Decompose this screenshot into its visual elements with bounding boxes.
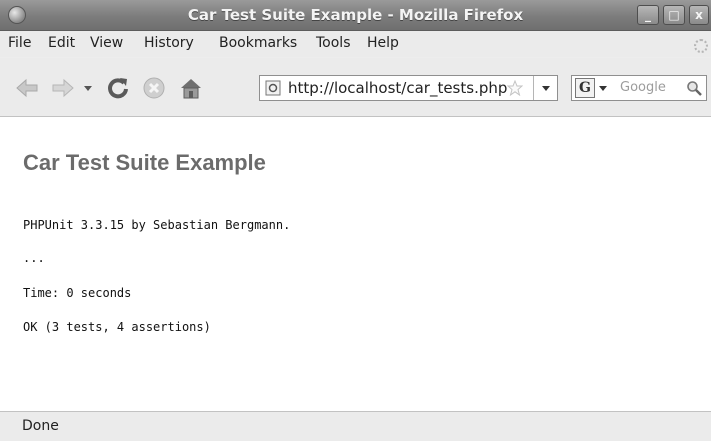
reload-icon <box>108 78 128 99</box>
site-identity-icon[interactable] <box>265 80 281 96</box>
navigation-toolbar: http://localhost/car_tests.php G Google <box>0 58 711 117</box>
page-content: Car Test Suite Example PHPUnit 3.3.15 by… <box>0 117 711 411</box>
output-line-progress: ... <box>23 251 45 265</box>
search-engine-icon[interactable]: G <box>575 78 595 98</box>
stop-button[interactable] <box>141 75 167 101</box>
maximize-button[interactable]: □ <box>663 5 685 25</box>
bookmark-star-icon[interactable] <box>507 80 523 96</box>
back-button[interactable] <box>14 75 40 101</box>
menu-edit[interactable]: Edit <box>48 35 75 51</box>
forward-button[interactable] <box>50 75 76 101</box>
back-icon <box>16 78 38 98</box>
url-text[interactable]: http://localhost/car_tests.php <box>288 79 507 97</box>
window-title: Car Test Suite Example - Mozilla Firefox <box>187 6 524 24</box>
magnifier-icon[interactable] <box>686 80 702 96</box>
search-engine-dropdown-icon[interactable] <box>597 79 611 97</box>
close-button[interactable]: x <box>689 5 709 25</box>
search-input[interactable]: Google <box>620 80 666 95</box>
url-dropdown-icon <box>542 86 550 91</box>
output-line-time: Time: 0 seconds <box>23 286 132 300</box>
forward-icon <box>52 78 74 98</box>
reload-button[interactable] <box>105 75 131 101</box>
url-bar[interactable]: http://localhost/car_tests.php <box>259 75 558 101</box>
stop-icon <box>143 77 165 99</box>
title-bar[interactable]: Car Test Suite Example - Mozilla Firefox… <box>0 0 711 31</box>
menu-bar: File Edit View History Bookmarks Tools H… <box>0 31 711 57</box>
throbber-icon <box>694 39 708 53</box>
home-icon <box>181 79 201 99</box>
menu-history[interactable]: History <box>144 35 194 51</box>
menu-bookmarks[interactable]: Bookmarks <box>219 35 297 51</box>
minimize-button[interactable]: _ <box>637 5 659 25</box>
search-bar[interactable]: G Google <box>571 75 707 101</box>
history-dropdown-button[interactable] <box>81 75 95 101</box>
output-line-phpunit: PHPUnit 3.3.15 by Sebastian Bergmann. <box>23 218 291 232</box>
browser-window: Car Test Suite Example - Mozilla Firefox… <box>0 0 711 441</box>
menu-view[interactable]: View <box>90 35 123 51</box>
menu-help[interactable]: Help <box>367 35 399 51</box>
menu-file[interactable]: File <box>8 35 31 51</box>
url-dropdown-button[interactable] <box>533 76 558 100</box>
page-title: Car Test Suite Example <box>23 150 266 175</box>
output-line-result: OK (3 tests, 4 assertions) <box>23 320 211 334</box>
status-text: Done <box>22 418 59 434</box>
status-bar: Done <box>0 411 711 441</box>
home-button[interactable] <box>178 75 204 101</box>
history-dropdown-icon <box>84 86 92 91</box>
menu-tools[interactable]: Tools <box>316 35 351 51</box>
